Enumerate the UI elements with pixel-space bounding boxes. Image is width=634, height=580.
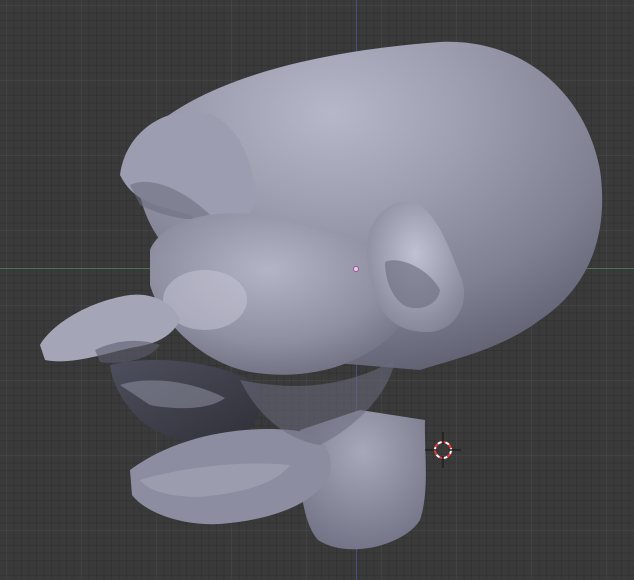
- crosshair-icon[interactable]: [425, 432, 461, 468]
- 3d-viewport[interactable]: [0, 0, 634, 580]
- origin-dot[interactable]: [353, 266, 359, 272]
- sculpted-head-model[interactable]: [0, 0, 634, 580]
